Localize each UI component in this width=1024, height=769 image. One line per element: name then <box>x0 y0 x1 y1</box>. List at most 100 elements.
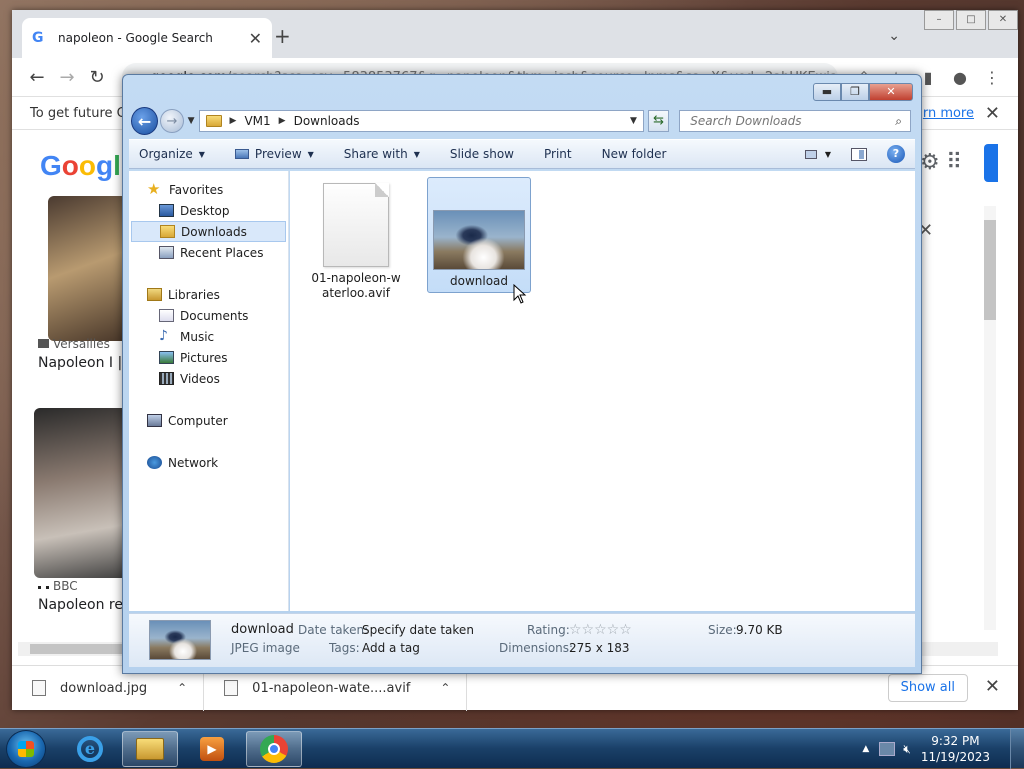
nav-downloads[interactable]: Downloads <box>131 221 286 242</box>
maximize-button[interactable]: □ <box>956 10 986 30</box>
breadcrumb-downloads[interactable]: Downloads <box>294 114 360 128</box>
show-desktop-button[interactable] <box>1010 729 1024 769</box>
chevron-right-icon[interactable]: ▶ <box>279 116 286 126</box>
downloads-bar-close-icon[interactable]: ✕ <box>985 676 1000 697</box>
close-button[interactable]: ✕ <box>988 10 1018 30</box>
date-taken-label: Date taken: <box>298 623 369 637</box>
date-taken-value[interactable]: Specify date taken <box>362 623 474 637</box>
tab-google-search[interactable]: G napoleon - Google Search ✕ <box>22 18 272 58</box>
forward-button[interactable]: → <box>160 109 184 133</box>
vertical-scrollbar[interactable] <box>984 206 996 630</box>
minimize-button[interactable]: – <box>924 10 954 30</box>
nav-libraries[interactable]: Libraries <box>129 284 288 305</box>
infobar-learn-more-link[interactable]: rn more <box>923 106 974 121</box>
taskbar-media-player[interactable]: ▶ <box>184 731 240 767</box>
system-tray: ▲ 🔇︎ 9:32 PM 11/19/2023 <box>862 729 1024 769</box>
tab-close-icon[interactable]: ✕ <box>249 29 262 48</box>
apps-grid-icon[interactable]: ⠿ <box>946 150 962 175</box>
chevron-down-icon: ▼ <box>413 149 420 159</box>
rating-stars[interactable]: ☆☆☆☆☆ <box>569 622 632 638</box>
chevron-up-icon[interactable]: ⌃ <box>440 681 450 695</box>
nav-music[interactable]: ♪ Music <box>129 326 288 347</box>
size-value: 9.70 KB <box>736 623 783 637</box>
menu-kebab-icon[interactable]: ⋮ <box>976 68 1008 87</box>
taskbar-chrome[interactable] <box>246 731 302 767</box>
new-tab-button[interactable]: + <box>274 24 291 48</box>
start-button[interactable] <box>6 730 46 768</box>
recent-places-icon <box>159 246 174 259</box>
help-icon[interactable]: ? <box>887 145 905 163</box>
result-title[interactable]: Napoleon I | F <box>38 355 135 371</box>
new-folder-button[interactable]: New folder <box>602 147 667 161</box>
generic-file-icon <box>323 183 389 267</box>
tags-value[interactable]: Add a tag <box>362 641 420 655</box>
nav-favorites[interactable]: ★ Favorites <box>129 179 288 200</box>
result-source: BBC <box>38 579 78 593</box>
refresh-icon[interactable]: ⇆ <box>647 110 670 132</box>
search-icon[interactable]: ⌕ <box>895 114 902 129</box>
nav-videos[interactable]: Videos <box>129 368 288 389</box>
reload-icon[interactable]: ↻ <box>82 67 112 88</box>
file-item-download[interactable]: download <box>427 177 531 293</box>
view-options-dropdown[interactable]: ▼ <box>825 150 831 159</box>
infobar-close-icon[interactable]: ✕ <box>985 103 1000 124</box>
chevron-up-icon[interactable]: ⌃ <box>177 681 187 695</box>
show-all-downloads-button[interactable]: Show all <box>887 674 968 702</box>
site-favicon-icon <box>38 339 49 348</box>
address-bar[interactable]: ▶ VM1 ▶ Downloads ▼ <box>198 110 644 132</box>
details-file-type: JPEG image <box>231 641 300 655</box>
taskbar-windows-explorer[interactable] <box>122 731 178 767</box>
search-input[interactable] <box>688 113 896 129</box>
organize-button[interactable]: Organize ▼ <box>139 147 205 161</box>
volume-muted-icon[interactable]: 🔇︎ <box>903 742 911 757</box>
network-status-icon[interactable] <box>879 742 896 756</box>
maximize-button[interactable]: ❐ <box>841 83 869 101</box>
print-button[interactable]: Print <box>544 147 572 161</box>
scrollbar-thumb[interactable] <box>984 220 996 320</box>
preview-button[interactable]: Preview ▼ <box>234 147 314 161</box>
minimize-button[interactable]: ▬ <box>813 83 841 101</box>
result-title[interactable]: Napoleon rev <box>38 597 131 613</box>
nav-network[interactable]: Network <box>129 452 288 473</box>
tags-label: Tags: <box>329 641 360 655</box>
show-hidden-icons-button[interactable]: ▲ <box>862 744 869 754</box>
close-button[interactable]: ✕ <box>869 83 913 101</box>
back-arrow-icon[interactable]: ← <box>22 67 52 88</box>
recent-pages-dropdown[interactable]: ▼ <box>188 116 195 126</box>
profile-avatar-icon[interactable]: ● <box>944 68 976 87</box>
sign-in-button[interactable] <box>984 144 998 182</box>
computer-icon <box>147 414 162 427</box>
tab-title: napoleon - Google Search <box>58 31 213 45</box>
address-dropdown-icon[interactable]: ▼ <box>630 116 637 126</box>
forward-arrow-icon[interactable]: → <box>52 67 82 88</box>
slide-show-button[interactable]: Slide show <box>450 147 514 161</box>
nav-documents[interactable]: Documents <box>129 305 288 326</box>
share-with-button[interactable]: Share with ▼ <box>344 147 420 161</box>
settings-gear-icon[interactable]: ⚙ <box>920 150 940 175</box>
preview-icon <box>234 149 249 159</box>
clock[interactable]: 9:32 PM 11/19/2023 <box>921 733 990 765</box>
change-view-icon[interactable] <box>804 149 817 159</box>
nav-desktop[interactable]: Desktop <box>129 200 288 221</box>
chrome-icon <box>260 735 288 763</box>
file-item-avif[interactable]: 01-napoleon-waterloo.avif <box>304 177 408 300</box>
nav-pictures[interactable]: Pictures <box>129 347 288 368</box>
tab-search-dropdown[interactable]: ⌄ <box>888 28 900 44</box>
details-thumbnail <box>149 620 211 660</box>
scrollbar-thumb[interactable] <box>30 644 130 654</box>
dimensions-label: Dimensions: <box>499 641 574 655</box>
nav-recent-places[interactable]: Recent Places <box>129 242 288 263</box>
search-box[interactable]: ⌕ <box>679 110 911 132</box>
chevron-down-icon: ▼ <box>198 149 205 159</box>
site-favicon-icon <box>38 586 49 590</box>
chevron-down-icon: ▼ <box>307 149 314 159</box>
chevron-right-icon[interactable]: ▶ <box>230 116 237 126</box>
back-button[interactable]: ← <box>131 107 159 135</box>
nav-computer[interactable]: Computer <box>129 410 288 431</box>
taskbar: e ▶ ▲ 🔇︎ 9:32 PM 11/19/2023 <box>0 728 1024 769</box>
breadcrumb-vm1[interactable]: VM1 <box>244 114 270 128</box>
network-icon <box>147 456 162 469</box>
file-list: 01-napoleon-waterloo.avif download <box>290 171 915 611</box>
preview-pane-icon[interactable] <box>851 147 867 161</box>
taskbar-internet-explorer[interactable]: e <box>62 731 118 767</box>
